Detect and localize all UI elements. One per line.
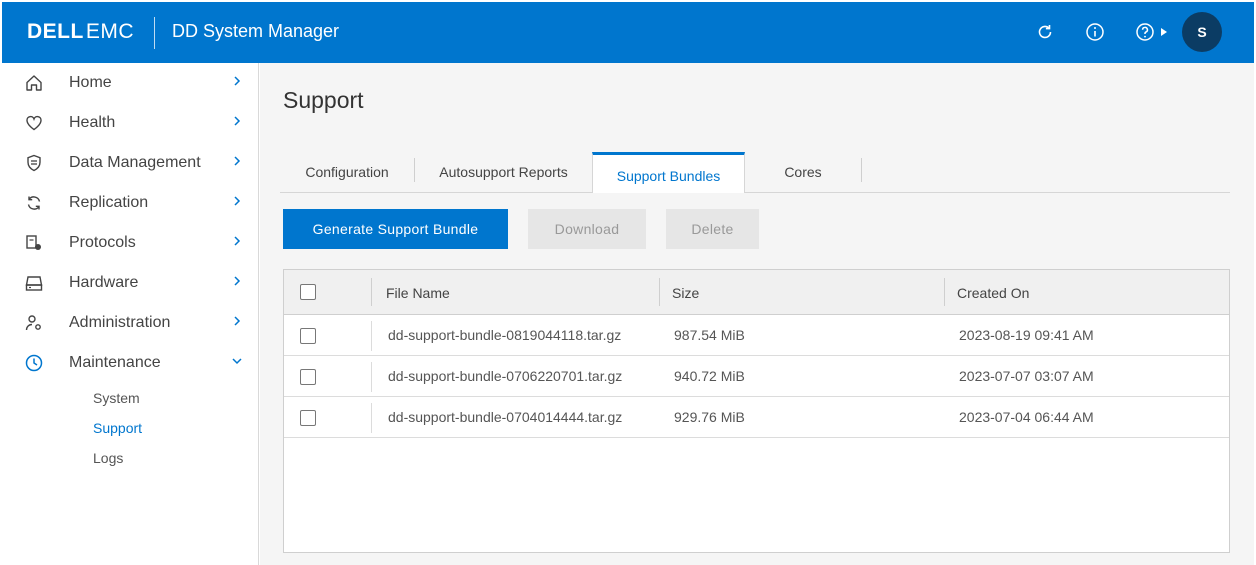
cell-file-name: dd-support-bundle-0706220701.tar.gz (388, 368, 623, 384)
chevron-right-icon (234, 316, 241, 326)
sidebar-item-label: Protocols (69, 234, 136, 251)
chevron-right-icon (234, 116, 241, 126)
column-header-file-name[interactable]: File Name (386, 285, 450, 301)
dell-emc-logo: DELL EMC (27, 20, 134, 44)
sidebar-item-label: Replication (69, 194, 149, 211)
sidebar-item-label: Maintenance (69, 354, 161, 371)
sidebar-item-protocols[interactable]: Protocols (2, 223, 258, 263)
top-header: DELL EMC DD System Manager S (2, 2, 1254, 63)
table-row[interactable]: dd-support-bundle-0706220701.tar.gz 940.… (284, 356, 1229, 397)
sidebar-subitem-support[interactable]: Support (93, 420, 142, 436)
tab-support-bundles[interactable]: Support Bundles (592, 152, 745, 193)
refresh-icon[interactable] (1034, 21, 1056, 43)
table-row[interactable]: dd-support-bundle-0819044118.tar.gz 987.… (284, 315, 1229, 356)
column-header-size[interactable]: Size (672, 285, 699, 301)
heart-icon (24, 113, 44, 133)
sidebar: Home Health Data Management Replication … (2, 63, 259, 565)
sidebar-item-label: Hardware (69, 274, 139, 291)
sidebar-item-label: Administration (69, 314, 171, 331)
clock-icon (24, 353, 44, 373)
sidebar-subitem-logs[interactable]: Logs (93, 450, 123, 466)
chevron-right-icon (234, 276, 241, 286)
column-separator (659, 278, 660, 306)
row-checkbox[interactable] (300, 410, 316, 426)
chevron-down-icon (232, 358, 242, 365)
download-button[interactable]: Download (528, 209, 646, 249)
delete-button[interactable]: Delete (666, 209, 759, 249)
sidebar-item-hardware[interactable]: Hardware (2, 263, 258, 303)
cell-created-on: 2023-07-04 06:44 AM (959, 409, 1094, 425)
select-all-checkbox[interactable] (300, 284, 316, 300)
table-row[interactable]: dd-support-bundle-0704014444.tar.gz 929.… (284, 397, 1229, 438)
sidebar-subitem-system[interactable]: System (93, 390, 140, 406)
logo-emc-text: EMC (85, 20, 134, 43)
row-separator (371, 403, 372, 433)
cell-size: 987.54 MiB (674, 327, 745, 343)
home-icon (24, 73, 44, 93)
protocol-icon (24, 233, 44, 253)
sidebar-item-label: Data Management (69, 154, 201, 171)
tab-autosupport-reports[interactable]: Autosupport Reports (415, 152, 592, 192)
tab-configuration[interactable]: Configuration (280, 152, 414, 192)
chevron-right-icon (234, 236, 241, 246)
sidebar-item-health[interactable]: Health (2, 103, 258, 143)
help-icon[interactable] (1134, 21, 1156, 43)
column-separator (944, 278, 945, 306)
row-checkbox[interactable] (300, 328, 316, 344)
row-separator (371, 321, 372, 351)
generate-support-bundle-button[interactable]: Generate Support Bundle (283, 209, 508, 249)
column-separator (371, 278, 372, 306)
help-menu-caret-icon[interactable] (1161, 28, 1167, 36)
column-header-created-on[interactable]: Created On (957, 285, 1029, 301)
info-icon[interactable] (1084, 21, 1106, 43)
cell-file-name: dd-support-bundle-0819044118.tar.gz (388, 327, 622, 343)
sidebar-item-administration[interactable]: Administration (2, 303, 258, 343)
chevron-right-icon (234, 76, 241, 86)
sidebar-item-data-management[interactable]: Data Management (2, 143, 258, 183)
chevron-right-icon (234, 196, 241, 206)
drive-icon (24, 273, 44, 293)
cell-file-name: dd-support-bundle-0704014444.tar.gz (388, 409, 623, 425)
app-title: DD System Manager (172, 21, 340, 41)
sidebar-item-home[interactable]: Home (2, 63, 258, 103)
sync-icon (24, 193, 44, 213)
header-divider (154, 17, 155, 49)
sidebar-item-label: Home (69, 74, 112, 91)
sidebar-item-maintenance[interactable]: Maintenance (2, 343, 258, 383)
support-bundles-table: File Name Size Created On dd-support-bun… (283, 269, 1230, 553)
tab-cores[interactable]: Cores (745, 152, 861, 192)
shield-icon (24, 153, 44, 173)
cell-size: 929.76 MiB (674, 409, 745, 425)
cell-created-on: 2023-07-07 03:07 AM (959, 368, 1094, 384)
main-content: Support Configuration Autosupport Report… (260, 63, 1254, 565)
row-separator (371, 362, 372, 392)
chevron-right-icon (234, 156, 241, 166)
table-header: File Name Size Created On (284, 270, 1229, 315)
logo-dell-text: DELL (27, 20, 84, 43)
sidebar-item-replication[interactable]: Replication (2, 183, 258, 223)
cell-created-on: 2023-08-19 09:41 AM (959, 327, 1094, 343)
cell-size: 940.72 MiB (674, 368, 745, 384)
page-title: Support (283, 87, 364, 113)
sidebar-item-label: Health (69, 114, 116, 131)
tab-bar: Configuration Autosupport Reports Suppor… (280, 152, 1230, 193)
tab-separator (861, 158, 862, 182)
row-checkbox[interactable] (300, 369, 316, 385)
user-gear-icon (24, 313, 44, 333)
user-avatar[interactable]: S (1182, 12, 1222, 52)
